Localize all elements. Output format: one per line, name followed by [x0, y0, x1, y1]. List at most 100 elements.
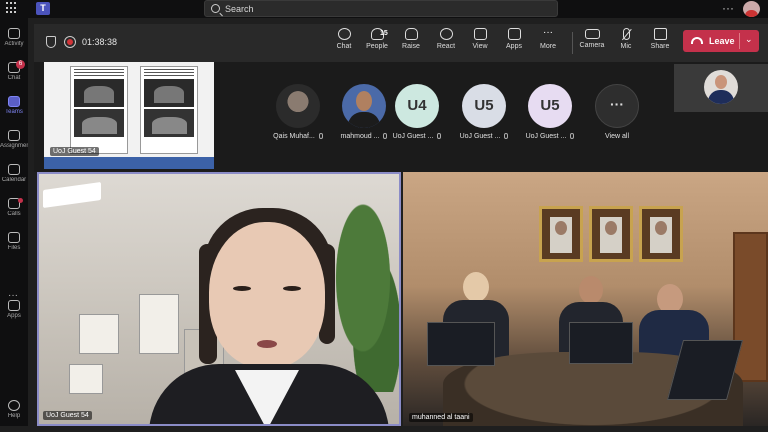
- rail-item-help[interactable]: Help: [0, 400, 28, 432]
- portrait-frame: [589, 206, 633, 262]
- self-preview-tile[interactable]: [674, 64, 768, 112]
- react-label: React: [436, 43, 456, 50]
- share-button[interactable]: Share: [643, 28, 677, 58]
- mic-off-icon: [570, 133, 575, 139]
- wall-poster: [79, 314, 119, 354]
- rail-item-assignments[interactable]: Assignments: [0, 130, 28, 162]
- shared-by-name: UoJ Guest 54: [50, 147, 99, 156]
- rail-item-chat[interactable]: 6 Chat: [0, 60, 28, 94]
- notification-dot: [18, 198, 23, 203]
- search-icon: [211, 4, 220, 13]
- file-icon: [8, 232, 20, 243]
- chevron-down-icon[interactable]: ⌄: [745, 34, 753, 45]
- meeting-toolbar: 01:38:38 Chat 15 People Raise React View…: [34, 24, 768, 62]
- avatar-initials: U5: [528, 84, 572, 128]
- participant-tile[interactable]: Qais Muhaf...: [266, 84, 330, 140]
- react-button[interactable]: React: [429, 28, 463, 58]
- apps-icon: [8, 300, 20, 311]
- shield-icon[interactable]: [46, 36, 56, 48]
- mic-off-icon: [318, 133, 323, 139]
- laptop: [427, 322, 495, 366]
- apps-button[interactable]: Apps: [497, 28, 531, 58]
- people-label: People: [366, 43, 388, 50]
- people-count: 15: [380, 30, 388, 37]
- share-icon: [653, 28, 667, 40]
- smiley-icon: [439, 28, 453, 40]
- mic-off-icon: [622, 28, 630, 40]
- camera-button[interactable]: Camera: [575, 28, 609, 58]
- chat-button[interactable]: Chat: [327, 28, 361, 58]
- camera-label: Camera: [579, 42, 605, 49]
- participant-name: UoJ Guest 54: [43, 411, 92, 420]
- recording-icon: [64, 36, 76, 48]
- view-icon: [473, 28, 487, 40]
- rail-item-label: Files: [7, 245, 21, 251]
- rail-item-label: Calendar: [1, 177, 27, 183]
- app-rail: Activity 6 Chat Teams Assignments Calend…: [0, 18, 28, 426]
- mic-off-icon: [437, 133, 442, 139]
- participant-strip: UoJ Guest 54 Qais Muhaf... mahmoud ... U…: [34, 62, 768, 172]
- avatar: [342, 84, 386, 128]
- more-button[interactable]: ··· More: [531, 28, 565, 58]
- participant-tile[interactable]: U4 UoJ Guest ...: [385, 84, 449, 140]
- camera-icon: [584, 29, 600, 39]
- calendar-icon: [8, 164, 20, 175]
- view-all-label: View all: [605, 133, 629, 140]
- rail-item-label: Help: [7, 413, 21, 419]
- app-launcher-icon[interactable]: [6, 2, 18, 14]
- ellipsis-icon: ···: [543, 27, 553, 38]
- apps-label: Apps: [506, 43, 522, 50]
- avatar-initials: U5: [462, 84, 506, 128]
- rail-item-teams[interactable]: Teams: [0, 96, 28, 128]
- rail-item-files[interactable]: Files: [0, 232, 28, 264]
- rail-item-label: Chat: [7, 75, 21, 81]
- eye: [283, 286, 301, 291]
- meeting-timer: 01:38:38: [82, 37, 118, 47]
- top-bar: T Search ···: [0, 0, 768, 18]
- video-tile-speaker[interactable]: UoJ Guest 54: [37, 172, 401, 426]
- leave-label: Leave: [709, 36, 735, 46]
- portrait-frame: [539, 206, 583, 262]
- participant-name: UoJ Guest ...: [459, 133, 501, 140]
- mic-button[interactable]: Mic: [609, 28, 643, 58]
- rail-item-apps[interactable]: Apps: [0, 300, 28, 332]
- avatar: [276, 84, 320, 128]
- video-tile-room[interactable]: muhanned al taani: [403, 172, 768, 426]
- rail-item-label: Activity: [4, 41, 24, 47]
- rail-item-label: Apps: [7, 313, 21, 319]
- rail-item-calls[interactable]: Calls: [0, 198, 28, 230]
- bell-icon: [8, 28, 20, 39]
- rail-item-calendar[interactable]: Calendar: [0, 164, 28, 196]
- participant-tile[interactable]: U5 UoJ Guest ...: [518, 84, 582, 140]
- participant-name: muhanned al taani: [409, 413, 473, 422]
- more-label: More: [540, 43, 556, 50]
- rail-item-label: Calls: [7, 211, 21, 217]
- view-all-button[interactable]: ··· View all: [585, 84, 649, 140]
- document-footer-bar: [44, 157, 214, 169]
- participant-tile[interactable]: U5 UoJ Guest ...: [452, 84, 516, 140]
- participant-name: mahmoud ...: [340, 133, 380, 140]
- avatar[interactable]: [743, 1, 760, 17]
- search-placeholder: Search: [225, 4, 254, 14]
- mic-label: Mic: [620, 43, 632, 50]
- shared-content-tile[interactable]: UoJ Guest 54: [44, 62, 214, 169]
- view-button[interactable]: View: [463, 28, 497, 58]
- more-options-icon[interactable]: ···: [722, 1, 734, 15]
- chat-icon: [337, 28, 351, 40]
- assignments-icon: [8, 130, 20, 141]
- help-icon: [8, 400, 20, 411]
- document-page: [140, 66, 198, 154]
- plus-icon: [507, 28, 521, 40]
- view-label: View: [472, 43, 488, 50]
- wall-poster: [139, 294, 179, 354]
- mouth: [257, 340, 277, 348]
- leave-button[interactable]: Leave ⌄: [683, 30, 759, 52]
- rail-item-activity[interactable]: Activity: [0, 28, 28, 60]
- search-box[interactable]: Search: [204, 0, 558, 17]
- ceiling-light: [43, 181, 101, 209]
- chat-label: Chat: [336, 43, 352, 50]
- raise-hand-button[interactable]: Raise: [394, 28, 428, 58]
- ellipsis-icon: ···: [595, 84, 639, 128]
- person-head: [463, 272, 489, 302]
- people-button[interactable]: 15 People: [360, 28, 394, 58]
